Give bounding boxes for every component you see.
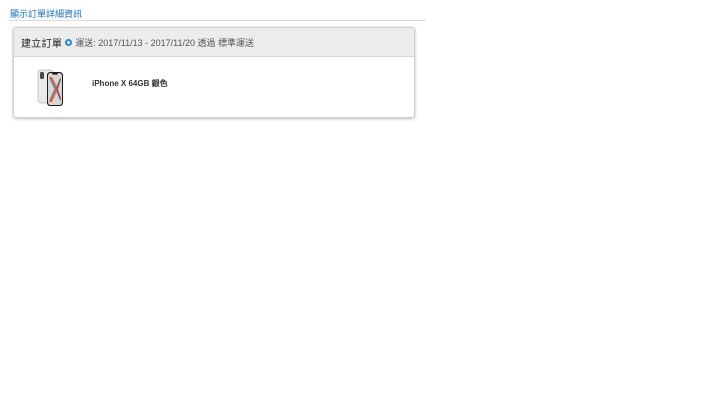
order-card: 建立訂單 運送: 2017/11/13 - 2017/11/20 透過 標準運送… [13,27,415,118]
delivery-date-range: 2017/11/13 - 2017/11/20 [98,37,195,48]
iphone-x-product-image [37,69,63,106]
status-info-icon [65,38,73,46]
delivery-method: 透過 標準運送 [197,37,255,48]
show-order-details-link[interactable]: 顯示訂單詳細資訊 [10,7,82,20]
order-item-row: iPhone X 64GB 銀色 [14,57,414,117]
order-card-header: 建立訂單 運送: 2017/11/13 - 2017/11/20 透過 標準運送 [14,28,414,57]
delivery-prefix: 運送: [75,37,96,48]
product-name: iPhone X 64GB 銀色 [92,79,168,88]
divider [9,20,426,21]
order-status-label: 建立訂單 [21,38,63,50]
delivery-info: 運送: 2017/11/13 - 2017/11/20 透過 標準運送 [75,36,254,49]
